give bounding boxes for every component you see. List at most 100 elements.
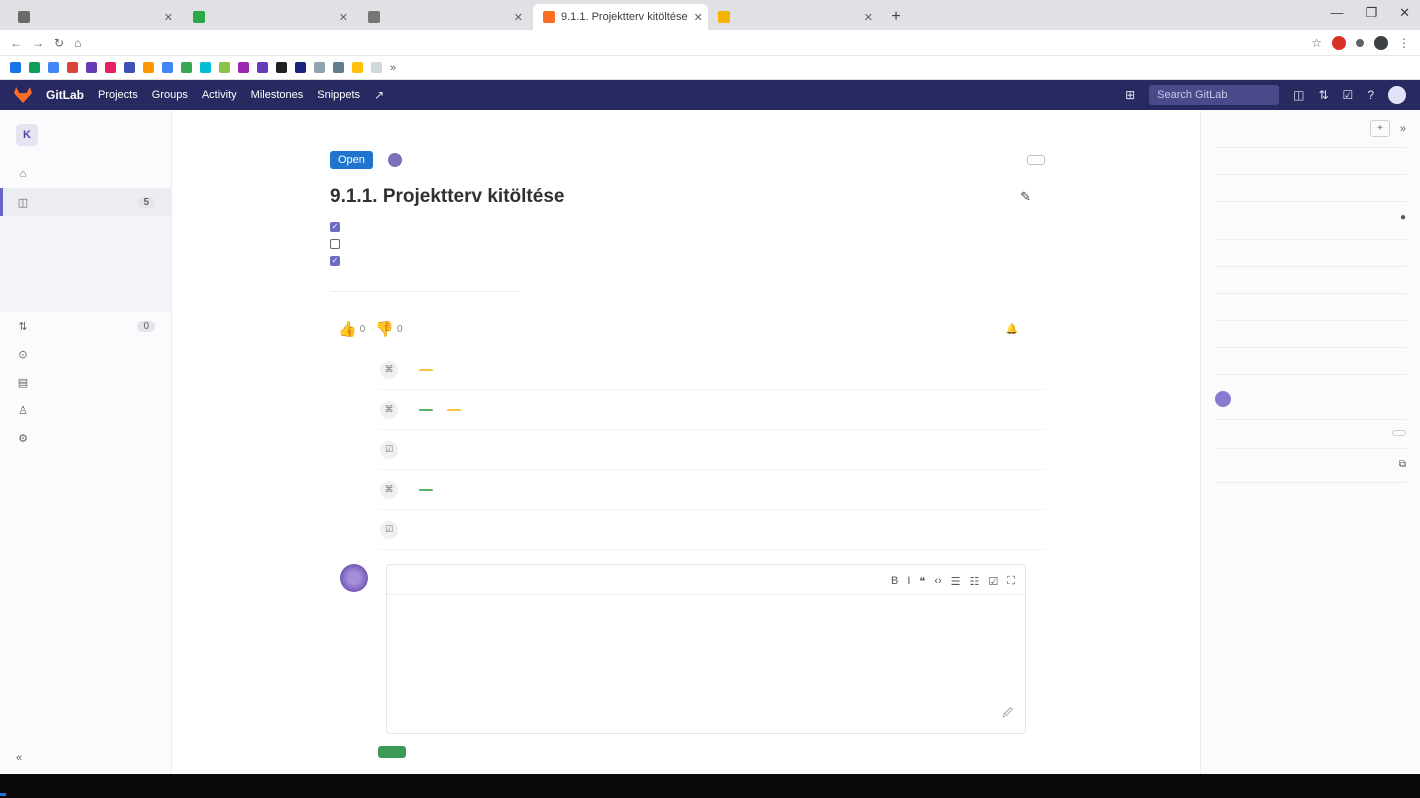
fullscreen-icon[interactable]: ⛶ bbox=[1007, 575, 1015, 588]
browser-tab[interactable]: ✕ bbox=[358, 4, 533, 30]
sidebar-item-ci[interactable]: ⊙ bbox=[0, 340, 171, 368]
bold-icon[interactable]: B bbox=[891, 575, 898, 588]
breadcrumb[interactable] bbox=[330, 110, 1045, 146]
bookmark-icon[interactable] bbox=[29, 62, 40, 73]
project-header[interactable]: K bbox=[0, 110, 171, 160]
help-icon[interactable]: ? bbox=[1367, 88, 1374, 102]
bookmark-icon[interactable] bbox=[48, 62, 59, 73]
edit-pencil-icon[interactable]: ✎ bbox=[1020, 189, 1045, 205]
checkbox[interactable] bbox=[330, 238, 340, 249]
sidebar-subitem-boards[interactable] bbox=[0, 240, 171, 264]
italic-icon[interactable]: I bbox=[907, 575, 910, 588]
bullet-list-icon[interactable]: ☰ bbox=[951, 575, 961, 588]
label-badge[interactable] bbox=[419, 488, 433, 491]
collapse-sidebar-button[interactable]: « bbox=[16, 752, 28, 764]
bookmark-icon[interactable] bbox=[371, 62, 382, 73]
star-icon[interactable]: ☆ bbox=[1311, 36, 1322, 50]
bookmark-icon[interactable] bbox=[333, 62, 344, 73]
checkbox-checked[interactable]: ✓ bbox=[330, 221, 340, 232]
sidebar-item-members[interactable]: ♙ bbox=[0, 396, 171, 424]
sidebar-item-issues[interactable]: ◫ 5 bbox=[0, 188, 171, 216]
thumbs-up-button[interactable]: 👍 0 bbox=[338, 320, 365, 338]
copy-icon[interactable]: ⧉ bbox=[1399, 459, 1406, 470]
bookmark-icon[interactable] bbox=[105, 62, 116, 73]
browser-tab[interactable]: ✕ bbox=[8, 4, 183, 30]
numbered-list-icon[interactable]: ☷ bbox=[970, 575, 980, 588]
code-icon[interactable]: ‹› bbox=[934, 575, 941, 588]
bookmark-icon[interactable] bbox=[219, 62, 230, 73]
user-avatar[interactable] bbox=[1388, 86, 1406, 104]
bookmark-icon[interactable] bbox=[257, 62, 268, 73]
close-window-button[interactable]: ✕ bbox=[1399, 5, 1410, 21]
todo-icon[interactable]: ☑ bbox=[1343, 88, 1354, 102]
bookmark-icon[interactable] bbox=[238, 62, 249, 73]
nav-groups[interactable]: Groups bbox=[152, 89, 188, 101]
reload-icon[interactable]: ↻ bbox=[54, 36, 64, 50]
maximize-button[interactable]: ❐ bbox=[1365, 5, 1377, 21]
issues-icon[interactable]: ◫ bbox=[1293, 88, 1304, 102]
extension-icon[interactable] bbox=[1356, 38, 1364, 47]
minimize-button[interactable]: — bbox=[1330, 5, 1343, 21]
sidebar-subitem-labels[interactable] bbox=[0, 264, 171, 288]
bookmark-icon[interactable] bbox=[67, 62, 78, 73]
label-badge[interactable] bbox=[447, 408, 461, 411]
bookmark-icon[interactable] bbox=[86, 62, 97, 73]
sidebar-item-overview[interactable]: ⌂ bbox=[0, 160, 171, 188]
forward-icon[interactable]: → bbox=[32, 36, 44, 50]
participant-avatar[interactable] bbox=[1215, 391, 1231, 407]
nav-projects[interactable]: Projects bbox=[98, 89, 138, 101]
collapse-right-icon[interactable]: » bbox=[1400, 123, 1406, 135]
menu-icon[interactable]: ⋮ bbox=[1398, 36, 1410, 50]
bookmark-icon[interactable] bbox=[295, 62, 306, 73]
close-icon[interactable]: ✕ bbox=[694, 11, 703, 24]
close-icon[interactable]: ✕ bbox=[514, 11, 523, 24]
nav-snippets[interactable]: Snippets bbox=[317, 89, 360, 101]
bookmark-icon[interactable] bbox=[124, 62, 135, 73]
add-todo-button[interactable]: + bbox=[1370, 120, 1390, 137]
task-list-icon[interactable]: ☑ bbox=[988, 575, 998, 588]
quote-icon[interactable]: ❝ bbox=[919, 575, 925, 588]
bookmark-icon[interactable] bbox=[352, 62, 363, 73]
nav-activity[interactable]: Activity bbox=[202, 89, 237, 101]
gitlab-logo-icon[interactable] bbox=[14, 87, 32, 103]
gitlab-brand[interactable]: GitLab bbox=[46, 88, 84, 102]
thumbs-down-button[interactable]: 👎 0 bbox=[375, 320, 402, 338]
label-badge[interactable] bbox=[419, 408, 433, 411]
back-icon[interactable]: ← bbox=[10, 36, 22, 50]
profile-avatar[interactable] bbox=[1374, 35, 1388, 50]
browser-tab[interactable]: ✕ bbox=[708, 4, 883, 30]
close-icon[interactable]: ✕ bbox=[339, 11, 348, 24]
bookmark-icon[interactable] bbox=[276, 62, 287, 73]
extension-icon[interactable] bbox=[1332, 35, 1346, 50]
label-badge[interactable] bbox=[419, 368, 433, 371]
bookmark-icon[interactable] bbox=[162, 62, 173, 73]
bookmark-icon[interactable] bbox=[200, 62, 211, 73]
current-user-avatar[interactable] bbox=[340, 564, 368, 592]
plus-icon[interactable]: ⊞ bbox=[1125, 88, 1135, 102]
new-issue-button[interactable] bbox=[1027, 155, 1045, 165]
close-issue-button[interactable] bbox=[1003, 155, 1019, 165]
close-icon[interactable]: ✕ bbox=[864, 11, 873, 24]
comment-textarea[interactable] bbox=[387, 595, 1025, 611]
url-field[interactable] bbox=[91, 33, 1301, 53]
browser-tab[interactable]: ✕ bbox=[183, 4, 358, 30]
video-progress[interactable] bbox=[0, 793, 6, 796]
chart-icon[interactable]: ↗ bbox=[374, 88, 384, 102]
notifications-toggle[interactable] bbox=[1392, 430, 1406, 436]
bookmark-icon[interactable] bbox=[10, 62, 21, 73]
sidebar-subitem-milestones[interactable] bbox=[0, 288, 171, 312]
author-avatar[interactable] bbox=[387, 153, 402, 167]
comment-button[interactable] bbox=[378, 746, 406, 758]
attach-file-button[interactable]: 🖉 bbox=[1002, 706, 1013, 723]
sidebar-item-merge-requests[interactable]: ⇅ 0 bbox=[0, 312, 171, 340]
subscribe-toggle[interactable]: 🔔 bbox=[1006, 324, 1037, 335]
merge-request-icon[interactable]: ⇅ bbox=[1318, 88, 1328, 102]
bookmark-icon[interactable] bbox=[143, 62, 154, 73]
bookmark-icon[interactable] bbox=[314, 62, 325, 73]
bookmark-icon[interactable] bbox=[181, 62, 192, 73]
close-icon[interactable]: ✕ bbox=[164, 11, 173, 24]
sidebar-item-settings[interactable]: ⚙ bbox=[0, 424, 171, 452]
nav-milestones[interactable]: Milestones bbox=[251, 89, 304, 101]
help-icon[interactable]: ● bbox=[1400, 212, 1406, 223]
more-bookmarks-icon[interactable]: » bbox=[390, 62, 396, 74]
